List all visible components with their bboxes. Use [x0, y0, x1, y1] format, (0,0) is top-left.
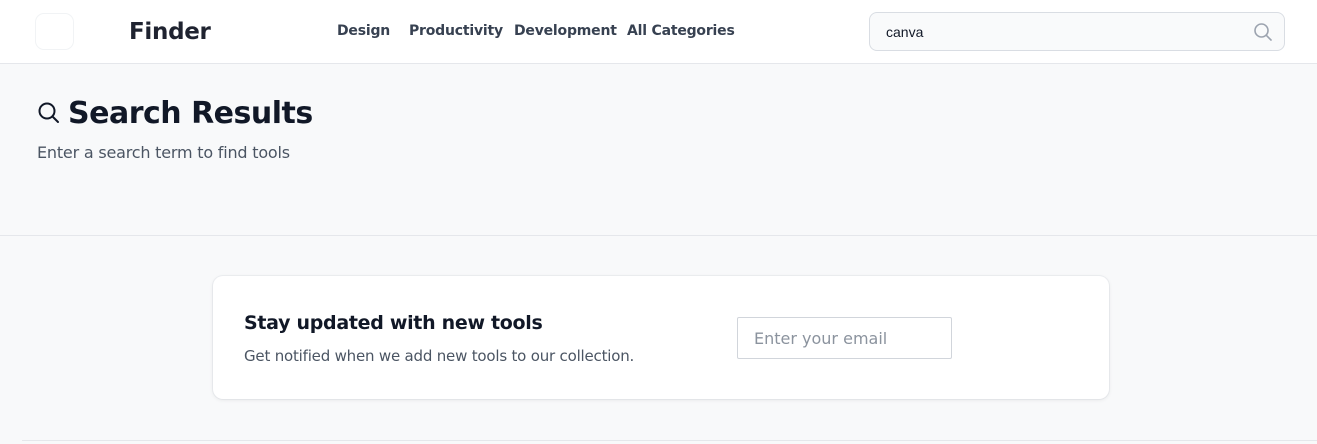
- search-results-header: Search Results Enter a search term to fi…: [0, 64, 1317, 236]
- nav-link-design[interactable]: Design: [337, 23, 390, 39]
- newsletter-title: Stay updated with new tools: [244, 312, 543, 334]
- nav-link-productivity[interactable]: Productivity: [409, 23, 503, 39]
- search-box: [869, 12, 1285, 51]
- divider: [22, 440, 1317, 441]
- brand-name[interactable]: Finder: [129, 19, 211, 45]
- page-subtitle: Enter a search term to find tools: [37, 143, 290, 162]
- nav-link-development[interactable]: Development: [514, 23, 617, 39]
- search-icon: [38, 102, 59, 123]
- logo[interactable]: [36, 14, 73, 49]
- newsletter-card: Stay updated with new tools Get notified…: [213, 276, 1109, 399]
- email-field[interactable]: [737, 317, 952, 359]
- nav-link-all-categories[interactable]: All Categories: [627, 23, 735, 39]
- search-icon[interactable]: [1253, 22, 1273, 42]
- top-navigation-bar: Finder Design Productivity Development A…: [0, 0, 1317, 64]
- newsletter-description: Get notified when we add new tools to ou…: [244, 347, 635, 365]
- page-title: Search Results: [68, 96, 313, 131]
- search-input[interactable]: [871, 14, 1241, 49]
